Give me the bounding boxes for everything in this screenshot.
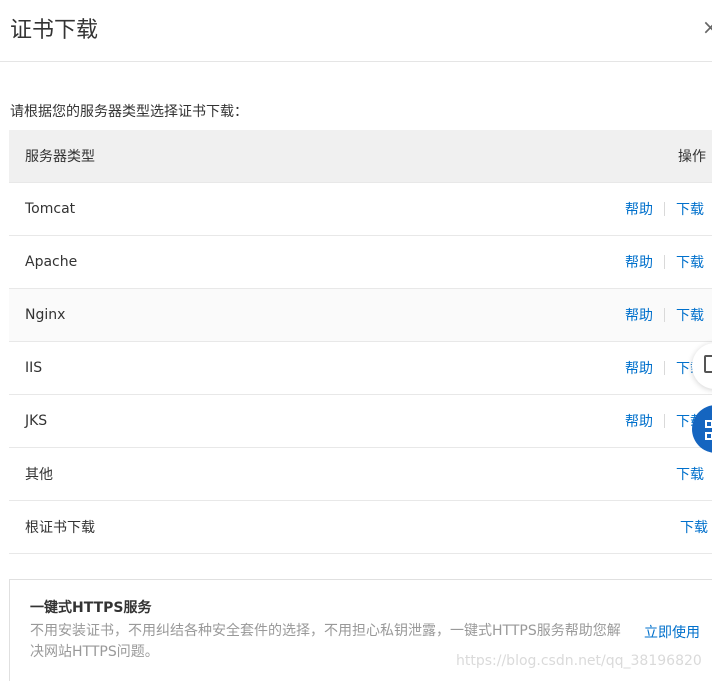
use-now-link[interactable]: 立即使用: [644, 622, 700, 642]
header-server-type: 服务器类型: [9, 130, 469, 183]
watermark: https://blog.csdn.net/qq_38196820: [456, 653, 702, 669]
table-row: Apache 帮助 下载: [9, 235, 712, 289]
cert-download-table: 服务器类型 操作 Tomcat 帮助 下载 Apache 帮助 下载 Nginx 帮…: [9, 130, 712, 554]
feedback-icon: [704, 355, 712, 373]
download-link[interactable]: 下载: [676, 308, 704, 324]
close-icon[interactable]: ×: [702, 16, 712, 38]
row-server-type: Tomcat: [9, 182, 469, 236]
row-server-type: JKS: [9, 394, 469, 448]
dialog-header: 证书下载 ×: [0, 0, 712, 62]
row-actions: 帮助 下载: [469, 288, 712, 342]
row-server-type: Apache: [9, 235, 469, 289]
download-link[interactable]: 下载: [676, 255, 704, 271]
grid-icon: [705, 432, 712, 440]
divider: [664, 201, 665, 216]
table-header-row: 服务器类型 操作: [9, 130, 712, 183]
dialog-title: 证书下载: [10, 18, 99, 43]
row-actions: 帮助 下载: [469, 394, 712, 448]
table-row: 其他 下载: [9, 447, 712, 501]
table-row: Tomcat 帮助 下载: [9, 182, 712, 236]
table-row: 根证书下载 下载: [9, 500, 712, 554]
row-actions: 下载: [469, 447, 712, 501]
download-link[interactable]: 下载: [676, 202, 704, 218]
row-server-type: 其他: [9, 447, 469, 501]
help-link[interactable]: 帮助: [625, 255, 653, 271]
intro-text: 请根据您的服务器类型选择证书下载：: [10, 104, 248, 120]
grid-icon: [705, 420, 712, 428]
header-operation: 操作: [469, 130, 712, 183]
help-link[interactable]: 帮助: [625, 414, 653, 430]
row-server-type: IIS: [9, 341, 469, 395]
download-link[interactable]: 下载: [680, 520, 708, 536]
row-server-type: Nginx: [9, 288, 469, 342]
help-link[interactable]: 帮助: [625, 202, 653, 218]
row-actions: 下载: [469, 500, 712, 554]
divider: [664, 254, 665, 269]
download-link[interactable]: 下载: [676, 467, 704, 483]
row-server-type: 根证书下载: [9, 500, 469, 554]
table-row: IIS 帮助 下载: [9, 341, 712, 395]
divider: [664, 360, 665, 375]
help-link[interactable]: 帮助: [625, 361, 653, 377]
divider: [664, 413, 665, 428]
promo-title: 一键式HTTPS服务: [30, 600, 152, 616]
help-link[interactable]: 帮助: [625, 308, 653, 324]
row-actions: 帮助 下载: [469, 341, 712, 395]
row-actions: 帮助 下载: [469, 182, 712, 236]
table-row: Nginx 帮助 下载: [9, 288, 712, 342]
table-row: JKS 帮助 下载: [9, 394, 712, 448]
divider: [664, 307, 665, 322]
row-actions: 帮助 下载: [469, 235, 712, 289]
